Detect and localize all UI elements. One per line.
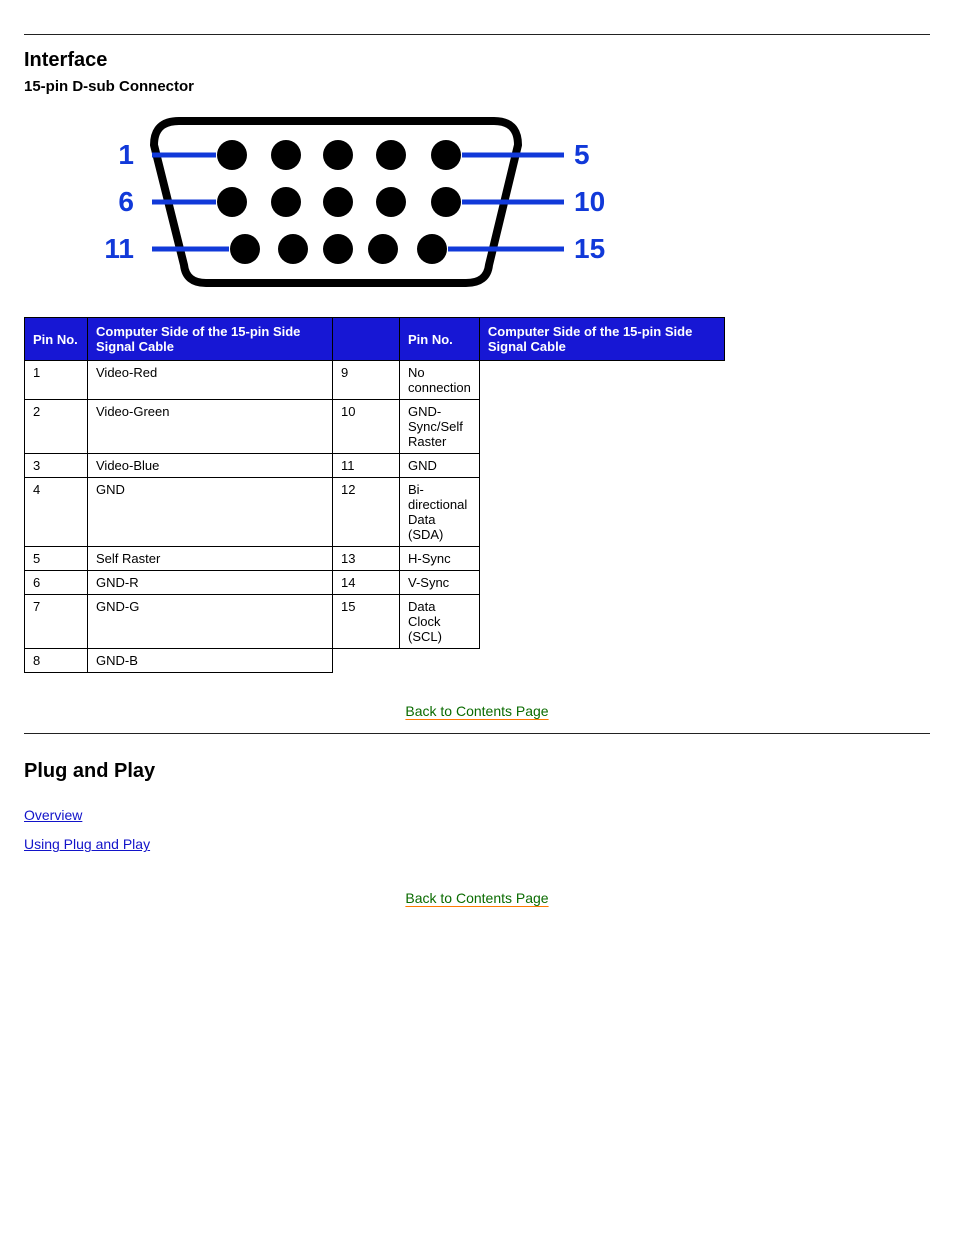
cell-sig: GND	[400, 454, 480, 478]
cell-sig: GND-Sync/Self Raster	[400, 400, 480, 454]
header-pin-left: Pin No.	[25, 318, 88, 361]
cell-pin: 13	[333, 547, 400, 571]
pin-label-15: 15	[574, 233, 605, 264]
section-subheading-connector: 15-pin D-sub Connector	[24, 78, 930, 95]
table-row: 5 Self Raster 13 H-Sync	[25, 547, 725, 571]
back-to-contents-link[interactable]: Back to Contents Page	[405, 703, 548, 719]
pin-label-10: 10	[574, 186, 605, 217]
pin-label-11: 11	[104, 233, 134, 264]
cell-pin: 1	[25, 361, 88, 400]
table-divider-column	[333, 318, 400, 361]
link-overview[interactable]: Overview	[24, 807, 82, 823]
cell-sig: V-Sync	[400, 571, 480, 595]
table-row: 7 GND-G 15 Data Clock (SCL)	[25, 595, 725, 649]
pin-label-6: 6	[118, 186, 134, 217]
header-sig-right: Computer Side of the 15-pin Side Signal …	[479, 318, 724, 361]
table-row: 3 Video-Blue 11 GND	[25, 454, 725, 478]
cell-pin: 5	[25, 547, 88, 571]
divider-top	[24, 34, 930, 35]
cell-sig: GND-R	[88, 571, 333, 595]
cell-pin: 9	[333, 361, 400, 400]
cell-sig: GND	[88, 478, 333, 547]
cell-sig: Self Raster	[88, 547, 333, 571]
table-row: 1 Video-Red 9 No connection	[25, 361, 725, 400]
header-sig-left: Computer Side of the 15-pin Side Signal …	[88, 318, 333, 361]
pin-label-5: 5	[574, 139, 590, 170]
back-to-contents-link-2[interactable]: Back to Contents Page	[405, 890, 548, 906]
cell-sig: No connection	[400, 361, 480, 400]
table-row: 4 GND 12 Bi-directional Data (SDA)	[25, 478, 725, 547]
cell-pin: 15	[333, 595, 400, 649]
header-pin-right: Pin No.	[400, 318, 480, 361]
cell-sig: Video-Green	[88, 400, 333, 454]
section-heading-interface: Interface	[24, 49, 930, 72]
subtopics-list: Overview Using Plug and Play	[24, 801, 930, 860]
table-row: 8 GND-B	[25, 649, 725, 673]
cell-sig: Video-Red	[88, 361, 333, 400]
connector-diagram: 1 6 11 5 10 15	[94, 107, 930, 297]
divider-mid	[24, 733, 930, 734]
cell-pin: 10	[333, 400, 400, 454]
cell-sig: GND-B	[88, 649, 333, 673]
cell-pin: 6	[25, 571, 88, 595]
link-using-pnp[interactable]: Using Plug and Play	[24, 836, 150, 852]
cell-pin: 11	[333, 454, 400, 478]
cell-sig: Data Clock (SCL)	[400, 595, 480, 649]
pin-assignment-table: Pin No. Computer Side of the 15-pin Side…	[24, 317, 725, 673]
cell-pin: 8	[25, 649, 88, 673]
cell-sig: Video-Blue	[88, 454, 333, 478]
cell-pin: 12	[333, 478, 400, 547]
pin-label-1: 1	[118, 139, 134, 170]
table-row: 2 Video-Green 10 GND-Sync/Self Raster	[25, 400, 725, 454]
section-heading-pnp: Plug and Play	[24, 760, 930, 783]
cell-pin: 4	[25, 478, 88, 547]
cell-sig: H-Sync	[400, 547, 480, 571]
cell-pin: 14	[333, 571, 400, 595]
cell-pin: 3	[25, 454, 88, 478]
cell-pin: 2	[25, 400, 88, 454]
table-row: 6 GND-R 14 V-Sync	[25, 571, 725, 595]
cell-sig: Bi-directional Data (SDA)	[400, 478, 480, 547]
cell-sig: GND-G	[88, 595, 333, 649]
cell-pin: 7	[25, 595, 88, 649]
